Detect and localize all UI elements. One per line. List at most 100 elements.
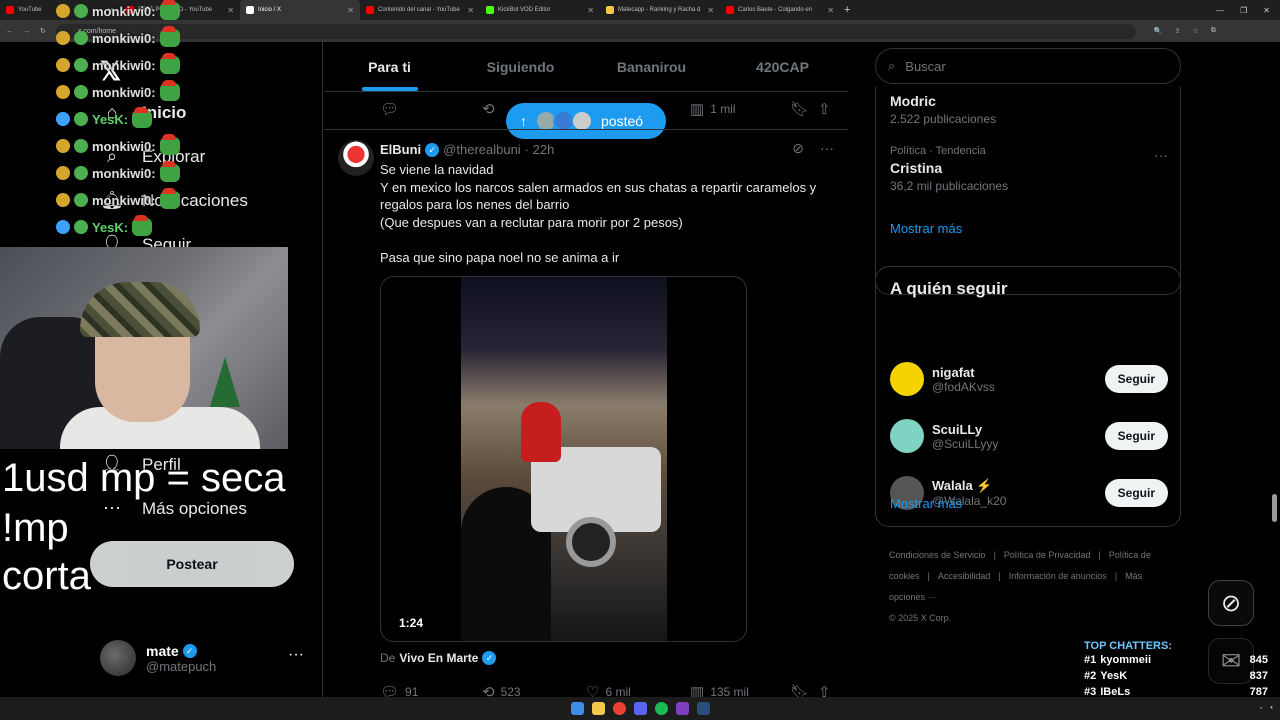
search-icon: ⌕ — [888, 58, 896, 73]
grok-button[interactable]: ⊘ — [1208, 580, 1254, 626]
account-handle: @matepuch — [146, 658, 217, 674]
forward-icon[interactable]: → — [23, 28, 30, 35]
new-tab-button[interactable]: + — [844, 4, 850, 16]
tab-close-icon[interactable]: ✕ — [587, 6, 594, 15]
source-name: Vivo En Marte — [399, 651, 479, 665]
back-icon[interactable]: ← — [6, 28, 13, 35]
grok-icon[interactable]: ⊘ — [792, 140, 804, 157]
volume-icon[interactable]: 🔈︎ — [1270, 705, 1274, 712]
network-icon[interactable]: ◔ — [1259, 706, 1263, 712]
trend-item[interactable]: Modric 2.522 publicaciones — [890, 90, 996, 126]
follow-button[interactable]: Seguir — [1104, 365, 1168, 393]
file-explorer-icon[interactable] — [591, 702, 605, 715]
pepe-santa-emote-icon — [159, 134, 180, 155]
tab-420cap[interactable]: 420CAP — [717, 42, 848, 91]
share-tweet-icon[interactable]: ⇧ — [818, 100, 831, 118]
avatar[interactable] — [890, 362, 924, 396]
overlay-line-1: 1usd mp = seca — [2, 456, 286, 500]
trends-show-more[interactable]: Mostrar más — [890, 221, 962, 236]
pepe-santa-emote-icon — [159, 26, 180, 47]
new-posts-label: posteó — [601, 113, 644, 129]
tweet-more-icon[interactable]: ··· — [820, 140, 834, 157]
post-button[interactable]: Postear — [90, 541, 294, 587]
footer-link[interactable]: Condiciones de Servicio — [889, 550, 986, 560]
views-stat[interactable]: ▥ 1 mil — [690, 100, 736, 118]
more-icon[interactable]: ··· — [288, 646, 304, 664]
repost-icon[interactable]: ⟲ — [482, 100, 495, 118]
chat-username: monkiwi0: — [92, 84, 156, 100]
footer-link[interactable]: Política de Privacidad — [1004, 550, 1091, 560]
overlay-line-2: !mp — [2, 506, 69, 550]
address-bar-row: ← → ↻ x.com/home 🔍 ⇪ ☆ ⧉ — [0, 20, 1280, 42]
chat-message: monkiwi0: — [56, 53, 180, 74]
tweet-avatar[interactable] — [338, 140, 374, 176]
chat-emote-icon — [74, 4, 88, 18]
follow-button[interactable]: Seguir — [1104, 479, 1168, 507]
zoom-icon[interactable]: 🔍 — [1154, 27, 1163, 35]
url-field[interactable]: x.com/home — [55, 23, 1136, 39]
star-icon[interactable]: ☆ — [1192, 27, 1198, 35]
discord-icon[interactable] — [633, 702, 647, 715]
app-icon[interactable] — [675, 702, 689, 715]
tab-bananirou[interactable]: Bananirou — [586, 42, 717, 91]
extensions-icon[interactable]: ⧉ — [1211, 27, 1216, 35]
follow-suggestion[interactable]: ScuiLLy @ScuiLLyyy Seguir — [890, 416, 1168, 456]
chat-badge-icon — [56, 4, 70, 18]
trend-item[interactable]: Política · Tendencia Cristina 36,2 mil p… — [890, 145, 1168, 193]
reload-icon[interactable]: ↻ — [40, 27, 46, 35]
footer-link[interactable]: Accesibilidad — [938, 571, 991, 581]
browser-tab[interactable]: Matecapp - Ranking y Racha d ✕ — [600, 0, 720, 20]
search-input[interactable]: ⌕ Buscar — [875, 48, 1181, 84]
tab-close-icon[interactable]: ✕ — [467, 6, 474, 15]
reply-icon[interactable]: 💬︎ — [380, 100, 399, 118]
windows-start-icon[interactable] — [570, 702, 584, 715]
tweet-time[interactable]: · 22h — [525, 142, 555, 157]
pepe-santa-emote-icon — [159, 0, 180, 20]
tweet-header: ElBuni ✓ @therealbuni · 22h — [380, 142, 554, 157]
tweet[interactable]: ElBuni ✓ @therealbuni · 22h ⊘ ··· Se vie… — [324, 129, 848, 701]
video-source[interactable]: De Vivo En Marte ✓ — [380, 651, 497, 665]
spotify-icon[interactable] — [654, 702, 668, 715]
chrome-icon[interactable] — [612, 702, 626, 715]
steam-icon[interactable] — [696, 702, 710, 715]
chat-badge-icon — [56, 85, 70, 99]
footer-link[interactable]: Información de anuncios — [1009, 571, 1107, 581]
follow-show-more[interactable]: Mostrar más — [890, 496, 962, 511]
tab-para-ti[interactable]: Para ti — [324, 42, 455, 91]
close-window-icon[interactable]: ✕ — [1263, 6, 1270, 15]
bookmark-icon[interactable]: 🔖︎ — [790, 100, 809, 118]
avatar[interactable] — [890, 419, 924, 453]
timeline-tabs: Para ti Siguiendo Bananirou 420CAP — [324, 42, 848, 92]
tweet-author-handle[interactable]: @therealbuni — [443, 142, 521, 157]
tab-title: Carlos Baute - Colgando en — [738, 7, 813, 13]
minimize-icon[interactable]: — — [1216, 6, 1224, 15]
who-to-follow-panel: A quién seguir nigafat @fodAKvss Seguir Scu… — [875, 266, 1181, 527]
chat-badge-icon — [56, 166, 70, 180]
follow-button[interactable]: Seguir — [1104, 422, 1168, 450]
maximize-icon[interactable]: ❐ — [1240, 6, 1247, 15]
follow-suggestion[interactable]: nigafat @fodAKvss Seguir — [890, 359, 1168, 399]
share-icon[interactable]: ⇪ — [1175, 27, 1181, 35]
trend-name: Modric — [890, 93, 936, 109]
tab-close-icon[interactable]: ✕ — [827, 6, 834, 15]
tab-close-icon[interactable]: ✕ — [347, 6, 354, 15]
trend-meta: Política · Tendencia — [890, 145, 986, 157]
trend-count: 2.522 publicaciones — [890, 112, 997, 126]
pepe-santa-emote-icon — [132, 215, 153, 236]
browser-tab[interactable]: Inicio / X ✕ — [240, 0, 360, 20]
tab-close-icon[interactable]: ✕ — [707, 6, 714, 15]
tweet-author-name[interactable]: ElBuni — [380, 142, 421, 157]
account-switcher[interactable]: mate ✓ @matepuch ··· — [100, 638, 310, 678]
new-posts-pill[interactable]: ↑ posteó — [506, 103, 666, 139]
trend-more-icon[interactable]: ··· — [1154, 147, 1168, 163]
chat-emote-icon — [74, 58, 88, 72]
top-chatter-row: #1 kyommeii 845 — [1076, 652, 1274, 668]
tweet-video[interactable]: 1:24 — [380, 276, 747, 642]
browser-tab[interactable]: KickBot VOD Editor ✕ — [480, 0, 600, 20]
scrollbar[interactable] — [1272, 494, 1277, 522]
video-duration: 1:24 — [393, 615, 430, 631]
browser-tab[interactable]: Contenido del canal - YouTube ✕ — [360, 0, 480, 20]
browser-tab[interactable]: Carlos Baute - Colgando en ✕ — [720, 0, 840, 20]
tab-siguiendo[interactable]: Siguiendo — [455, 42, 586, 91]
tab-close-icon[interactable]: ✕ — [227, 6, 234, 15]
